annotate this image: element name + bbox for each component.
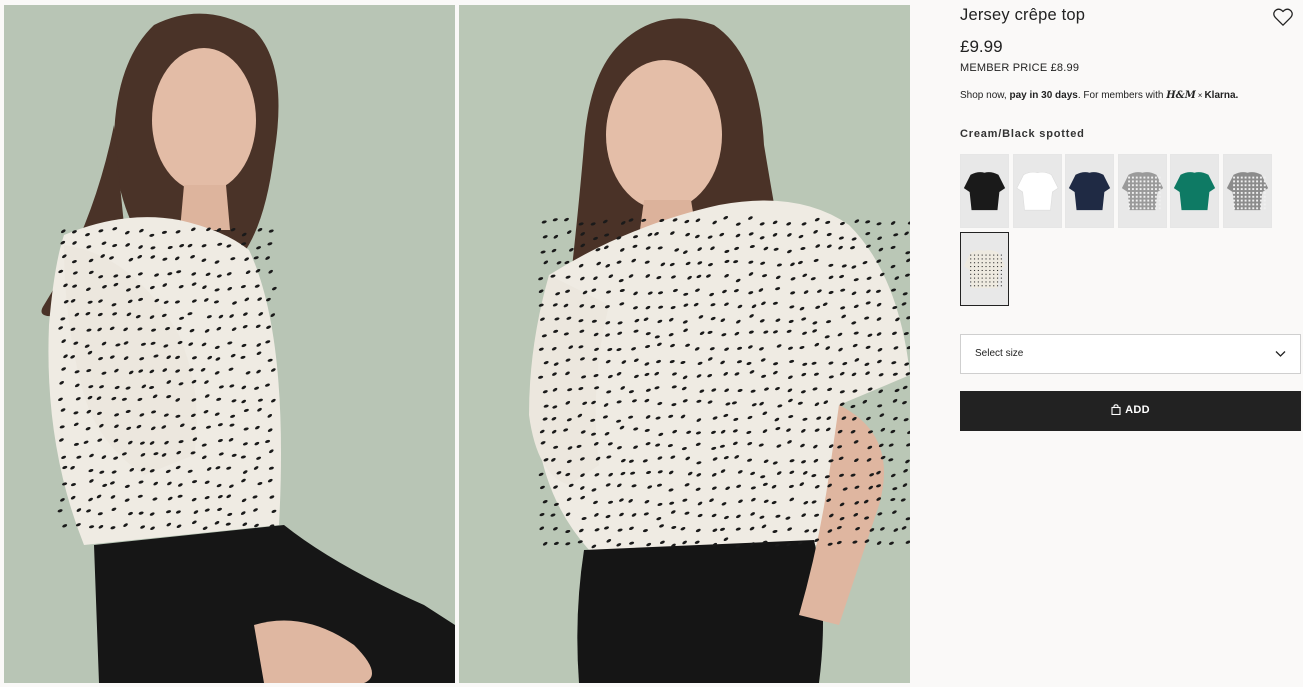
klarna-logo: Klarna. xyxy=(1204,90,1239,101)
chevron-down-icon xyxy=(1275,351,1286,357)
color-swatch-cream-black-spotted[interactable] xyxy=(960,232,1009,306)
model-photo-seated xyxy=(4,5,455,683)
swatch-thumbnail xyxy=(1118,155,1166,227)
color-swatch-black[interactable] xyxy=(960,154,1009,228)
swatch-thumbnail xyxy=(1013,155,1061,227)
shopping-bag-icon xyxy=(1111,404,1121,416)
add-button-label: ADD xyxy=(1125,403,1150,416)
swatch-thumbnail xyxy=(1223,155,1271,227)
klarna-info: Shop now, pay in 30 days. For members wi… xyxy=(960,90,1238,101)
hm-logo: H&M xyxy=(1166,90,1196,101)
color-swatch-black-white-print[interactable] xyxy=(1222,154,1272,228)
swatch-thumbnail xyxy=(1066,155,1113,227)
swatch-thumbnail xyxy=(961,155,1008,227)
color-swatch-black-white-check[interactable] xyxy=(1117,154,1167,228)
product-image-1[interactable] xyxy=(4,5,455,683)
member-price: MEMBER PRICE £8.99 xyxy=(960,62,1080,74)
klarna-prefix: Shop now, xyxy=(960,90,1010,101)
product-info-panel: Jersey crêpe top £9.99 MEMBER PRICE £8.9… xyxy=(960,0,1303,687)
selected-color-label: Cream/Black spotted xyxy=(960,128,1085,140)
color-swatch-navy[interactable] xyxy=(1065,154,1114,228)
product-image-2[interactable] xyxy=(459,5,910,683)
color-swatch-white[interactable] xyxy=(1012,154,1062,228)
klarna-middle: . For members with xyxy=(1077,90,1167,101)
swatch-thumbnail xyxy=(1171,155,1218,227)
size-select[interactable]: Select size xyxy=(960,334,1301,374)
add-to-bag-button[interactable]: ADD xyxy=(960,391,1301,431)
heart-icon[interactable] xyxy=(1272,7,1294,27)
color-swatch-teal[interactable] xyxy=(1170,154,1219,228)
swatch-thumbnail xyxy=(961,233,1008,305)
model-photo-standing xyxy=(459,5,910,683)
klarna-bold-text: pay in 30 days xyxy=(1009,90,1078,101)
product-title: Jersey crêpe top xyxy=(960,6,1086,24)
size-select-label: Select size xyxy=(975,348,1024,359)
product-price: £9.99 xyxy=(960,37,1003,56)
